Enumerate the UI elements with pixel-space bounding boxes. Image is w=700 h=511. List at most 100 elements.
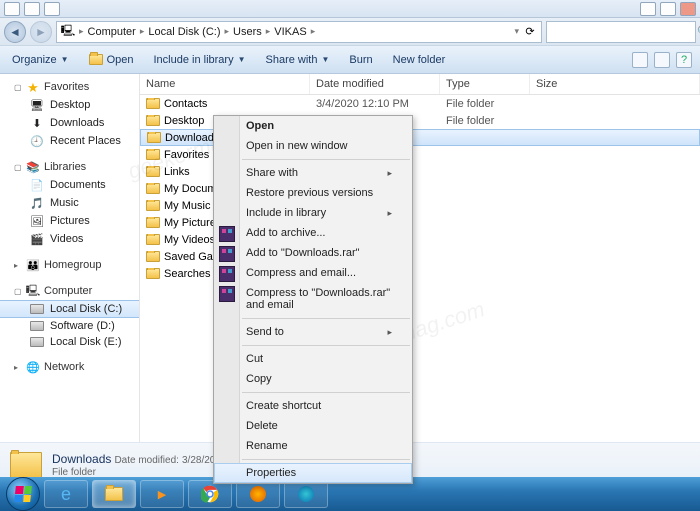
drive-icon — [30, 321, 44, 331]
sys-box-1 — [4, 2, 20, 16]
taskbar-chrome[interactable] — [188, 480, 232, 508]
ctx-share-label: Share with — [246, 167, 298, 179]
ctx-add-to-rar[interactable]: Add to "Downloads.rar" — [214, 243, 412, 263]
organize-menu[interactable]: Organize▼ — [8, 52, 73, 68]
folder-icon — [146, 234, 160, 245]
burn-button[interactable]: Burn — [345, 52, 376, 68]
crumb-users[interactable]: Users — [233, 26, 262, 38]
collapse-icon: ▢ — [14, 163, 22, 172]
recent-icon: 🕘 — [30, 134, 44, 148]
libraries-label: Libraries — [44, 161, 86, 173]
forward-button[interactable]: ► — [30, 21, 52, 43]
share-with-menu[interactable]: Share with▼ — [262, 52, 334, 68]
ctx-copy[interactable]: Copy — [214, 369, 412, 389]
file-row[interactable]: Contacts3/4/2020 12:10 PMFile folder — [140, 95, 700, 112]
chevron-down-icon[interactable]: ▾ — [514, 26, 519, 37]
nav-row: ◄ ► 🖳 ▸ Computer ▸ Local Disk (C:) ▸ Use… — [0, 18, 700, 46]
search-input[interactable] — [551, 26, 693, 38]
sidebar-item-label: Videos — [50, 233, 83, 245]
sys-box-3 — [44, 2, 60, 16]
folder-icon — [146, 115, 160, 126]
ctx-create-shortcut[interactable]: Create shortcut — [214, 396, 412, 416]
ctx-share-with[interactable]: Share with — [214, 163, 412, 183]
start-button[interactable] — [6, 477, 40, 511]
crumb-vikas[interactable]: VIKAS — [274, 26, 306, 38]
col-name[interactable]: Name — [140, 74, 310, 94]
chevron-right-icon: ▸ — [311, 26, 316, 37]
ctx-open[interactable]: Open — [214, 116, 412, 136]
ctx-delete[interactable]: Delete — [214, 416, 412, 436]
sidebar-item-videos[interactable]: 🎬Videos — [0, 230, 139, 248]
libraries-header[interactable]: ▢📚Libraries — [0, 158, 139, 176]
col-type[interactable]: Type — [440, 74, 530, 94]
computer-header[interactable]: ▢🖳Computer — [0, 282, 139, 300]
folder-open-icon — [89, 54, 103, 65]
folder-icon — [146, 166, 160, 177]
window-titlebar — [0, 0, 700, 18]
folder-icon — [146, 251, 160, 262]
ctx-include-library[interactable]: Include in library — [214, 203, 412, 223]
search-box[interactable]: 🔍 — [546, 21, 696, 43]
col-date[interactable]: Date modified — [310, 74, 440, 94]
ctx-compress-email[interactable]: Compress and email... — [214, 263, 412, 283]
col-size[interactable]: Size — [530, 74, 700, 94]
ctx-rename[interactable]: Rename — [214, 436, 412, 456]
new-folder-button[interactable]: New folder — [389, 52, 450, 68]
winrar-icon — [219, 286, 235, 302]
sidebar-item-downloads[interactable]: ⬇Downloads — [0, 114, 139, 132]
taskbar-explorer[interactable] — [92, 480, 136, 508]
sidebar-item-label: Pictures — [50, 215, 90, 227]
homegroup-header[interactable]: ▸👪Homegroup — [0, 256, 139, 274]
folder-icon — [146, 217, 160, 228]
ctx-restore-previous[interactable]: Restore previous versions — [214, 183, 412, 203]
ctx-cut[interactable]: Cut — [214, 349, 412, 369]
crumb-computer[interactable]: Computer — [88, 26, 136, 38]
include-in-library-menu[interactable]: Include in library▼ — [149, 52, 249, 68]
address-bar[interactable]: 🖳 ▸ Computer ▸ Local Disk (C:) ▸ Users ▸… — [56, 21, 542, 43]
taskbar-ie[interactable]: e — [44, 480, 88, 508]
expand-icon: ▸ — [14, 261, 22, 270]
open-button[interactable]: Open — [85, 52, 138, 68]
file-name: Contacts — [164, 98, 207, 110]
favorites-header[interactable]: ▢★Favorites — [0, 78, 139, 96]
collapse-icon: ▢ — [14, 287, 22, 296]
drive-icon — [30, 304, 44, 314]
details-meta-label: Date modified: — [114, 455, 178, 466]
taskbar-firefox[interactable] — [236, 480, 280, 508]
minimize-button[interactable] — [640, 2, 656, 16]
preview-pane-icon[interactable] — [654, 52, 670, 68]
network-header[interactable]: ▸🌐Network — [0, 358, 139, 376]
ctx-add-archive[interactable]: Add to archive... — [214, 223, 412, 243]
sidebar-item-disk-e[interactable]: Local Disk (E:) — [0, 334, 139, 350]
sidebar-item-label: Documents — [50, 179, 106, 191]
crumb-c[interactable]: Local Disk (C:) — [148, 26, 220, 38]
ctx-open-label: Open — [246, 120, 274, 132]
sidebar-item-label: Recent Places — [50, 135, 121, 147]
folder-icon — [147, 132, 161, 143]
homegroup-label: Homegroup — [44, 259, 101, 271]
file-type: File folder — [440, 98, 530, 110]
view-options-icon[interactable] — [632, 52, 648, 68]
refresh-icon[interactable]: ⟳ — [523, 25, 537, 39]
sidebar-item-recent[interactable]: 🕘 Recent Places — [0, 132, 139, 150]
sidebar-item-disk-d[interactable]: Software (D:) — [0, 318, 139, 334]
sidebar-item-disk-c[interactable]: Local Disk (C:) — [0, 300, 139, 318]
explorer-icon — [105, 487, 123, 501]
ctx-delete-label: Delete — [246, 420, 278, 432]
taskbar-wmp[interactable]: ▶ — [140, 480, 184, 508]
maximize-button[interactable] — [660, 2, 676, 16]
ctx-send-to[interactable]: Send to — [214, 322, 412, 342]
sidebar-item-music[interactable]: 🎵Music — [0, 194, 139, 212]
back-button[interactable]: ◄ — [4, 21, 26, 43]
close-button[interactable] — [680, 2, 696, 16]
sidebar-item-documents[interactable]: 📄Documents — [0, 176, 139, 194]
sidebar-item-pictures[interactable]: 🖼Pictures — [0, 212, 139, 230]
sidebar-item-desktop[interactable]: 🖥Desktop — [0, 96, 139, 114]
taskbar-edge[interactable] — [284, 480, 328, 508]
ctx-properties[interactable]: Properties — [214, 463, 412, 483]
share-label: Share with — [266, 54, 318, 66]
help-icon[interactable]: ? — [676, 52, 692, 68]
ctx-compress-to-email[interactable]: Compress to "Downloads.rar" and email — [214, 283, 412, 315]
sys-box-2 — [24, 2, 40, 16]
ctx-open-new-window[interactable]: Open in new window — [214, 136, 412, 156]
